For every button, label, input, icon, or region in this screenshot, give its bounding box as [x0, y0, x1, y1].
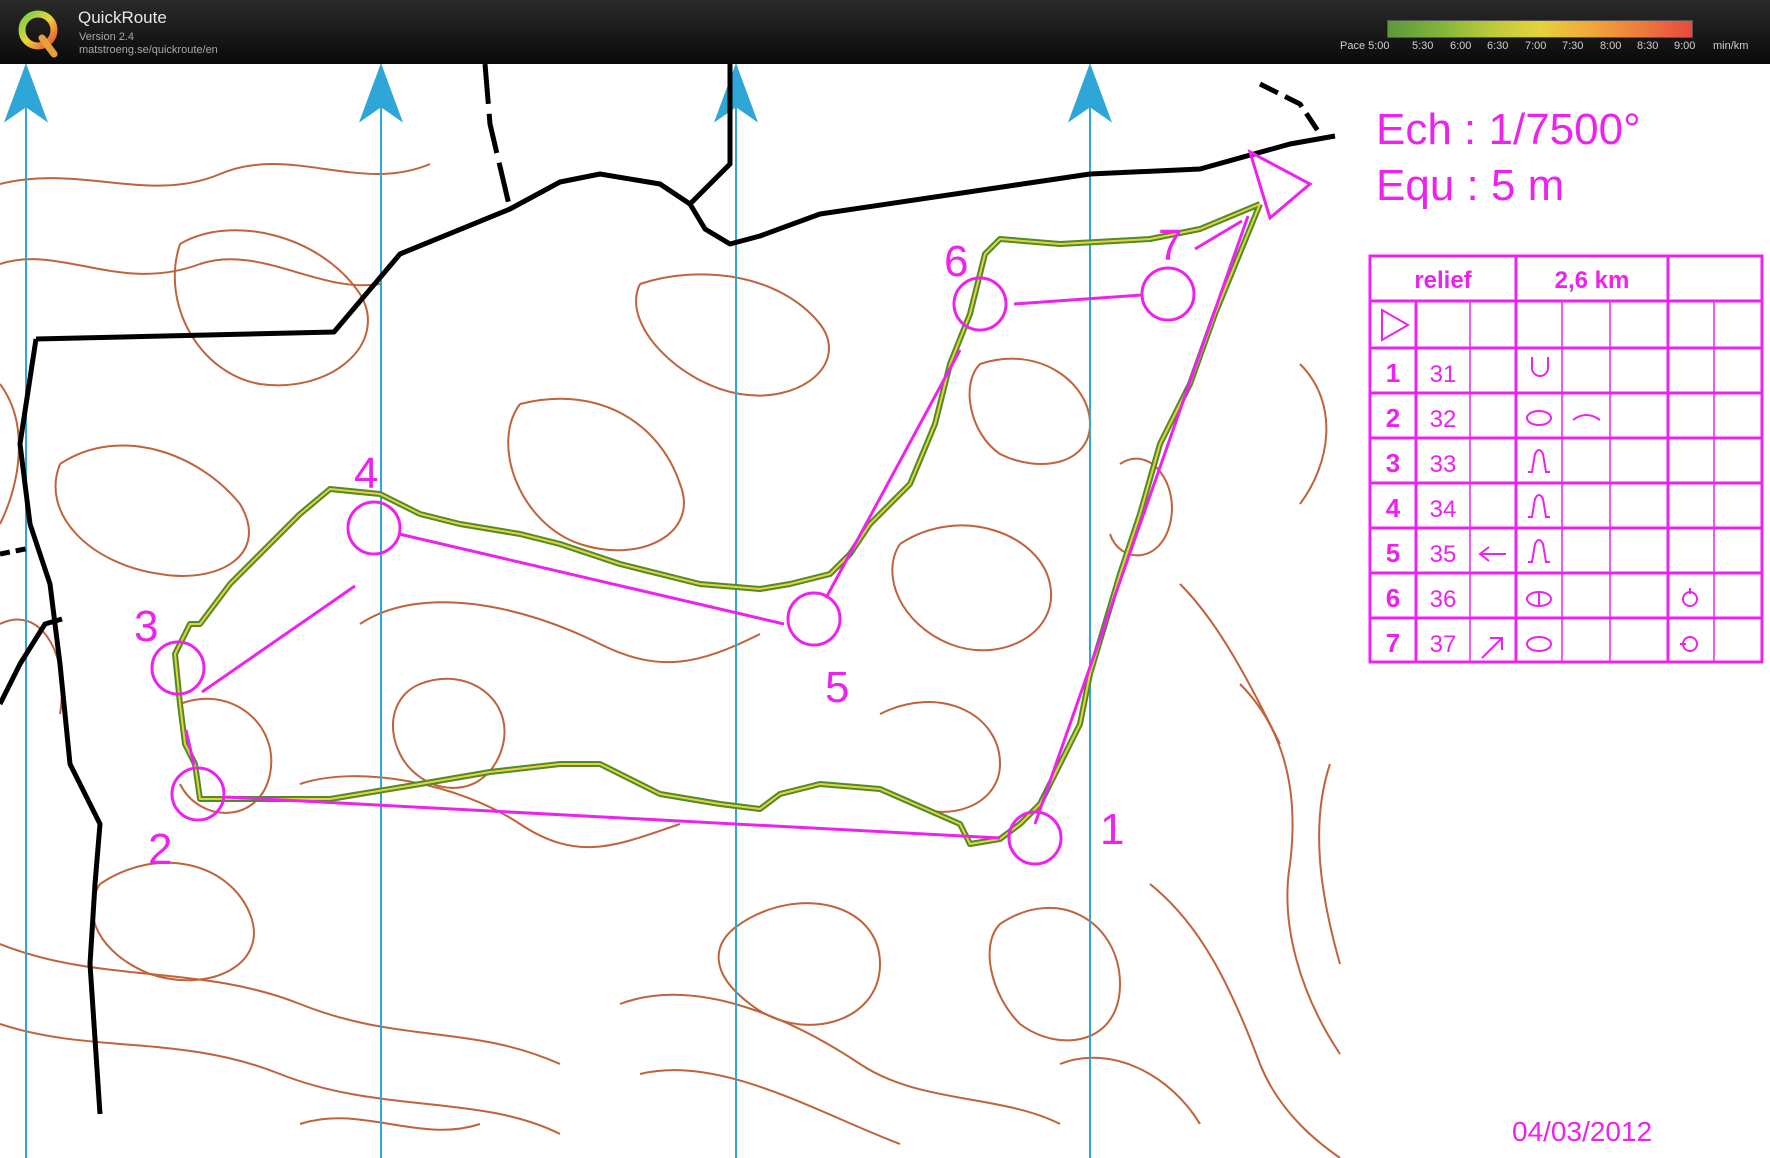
- sheet-row-label: 3: [1386, 448, 1400, 478]
- app-url: matstroeng.se/quickroute/en: [79, 44, 218, 56]
- control-number-5: 5: [825, 663, 849, 712]
- sheet-row-label: 5: [1386, 538, 1400, 568]
- depression-symbol: [1531, 357, 1549, 377]
- control-number-4: 4: [354, 449, 378, 498]
- pace-color-bar: [1387, 20, 1693, 38]
- pace-label: 6:00: [1450, 40, 1472, 52]
- pace-legend: Pace 5:00 5:30 6:00 6:30 7:00 7:30 8:00 …: [1340, 0, 1770, 64]
- sheet-distance: 2,6 km: [1555, 267, 1630, 294]
- pace-label: 8:00: [1600, 40, 1622, 52]
- quickroute-logo: [18, 10, 58, 58]
- sheet-row-code: 37: [1430, 631, 1457, 658]
- sheet-row-label: 1: [1386, 358, 1400, 388]
- control-circle-7: [1140, 266, 1196, 322]
- control-number-2: 2: [148, 825, 172, 874]
- arrow-northeast-icon: [1481, 637, 1503, 659]
- gps-route: [172, 201, 1263, 847]
- app-header: QuickRoute Version 2.4 matstroeng.se/qui…: [0, 0, 1770, 64]
- pace-label: min/km: [1713, 40, 1749, 52]
- pace-label: 7:30: [1562, 40, 1584, 52]
- map-date: 04/03/2012: [1512, 1116, 1652, 1147]
- pace-label: 5:30: [1412, 40, 1434, 52]
- control-circle-5: [786, 591, 842, 647]
- sheet-row-code: 32: [1430, 406, 1457, 433]
- sheet-row-label: 4: [1386, 493, 1401, 523]
- orienteering-map[interactable]: 1 2 3 4 5 6 7 Ech : 1/7500° Equ : 5 m re…: [0, 64, 1770, 1158]
- sheet-row-code: 31: [1430, 361, 1457, 388]
- pace-label: 7:00: [1525, 40, 1547, 52]
- sheet-title: relief: [1414, 267, 1472, 294]
- control-circle-4: [346, 500, 402, 556]
- sheet-row-label: 6: [1386, 583, 1400, 613]
- pace-label: 8:30: [1637, 40, 1659, 52]
- north-lines: [3, 64, 1113, 1158]
- control-number-3: 3: [134, 602, 158, 651]
- sheet-row-code: 36: [1430, 586, 1457, 613]
- arrow-left-icon: [1478, 546, 1506, 562]
- sheet-row-label: 7: [1386, 628, 1400, 658]
- pace-label: 6:30: [1487, 40, 1509, 52]
- map-scale: Ech : 1/7500°: [1376, 105, 1641, 154]
- sheet-row-label: 2: [1386, 403, 1400, 433]
- knoll-symbol: [1526, 636, 1552, 652]
- contour-interval: Equ : 5 m: [1376, 161, 1564, 210]
- pace-label: Pace 5:00: [1340, 40, 1390, 52]
- sheet-row-code: 34: [1430, 496, 1457, 523]
- pace-label: 9:00: [1674, 40, 1696, 52]
- spur-symbol: [1528, 539, 1550, 563]
- control-number-1: 1: [1100, 805, 1124, 854]
- spur-symbol: [1528, 449, 1550, 473]
- contour-lines: [0, 163, 1341, 1158]
- control-description-sheet: relief 2,6 km 1 31 2 32 3 33 4 34 5 35 6…: [1368, 254, 1764, 664]
- app-name: QuickRoute: [78, 8, 167, 27]
- sheet-row-code: 33: [1430, 451, 1457, 478]
- control-number-6: 6: [944, 237, 968, 286]
- knoll-symbol: [1526, 410, 1552, 426]
- app-version: Version 2.4: [79, 31, 135, 43]
- position-symbol: [1682, 591, 1698, 607]
- control-number-7: 7: [1158, 221, 1182, 270]
- sheet-row-code: 35: [1430, 541, 1457, 568]
- spur-symbol: [1528, 494, 1550, 518]
- roads: [0, 64, 1336, 1115]
- description-symbols: [1478, 357, 1698, 659]
- re-entrant-symbol: [1572, 414, 1601, 421]
